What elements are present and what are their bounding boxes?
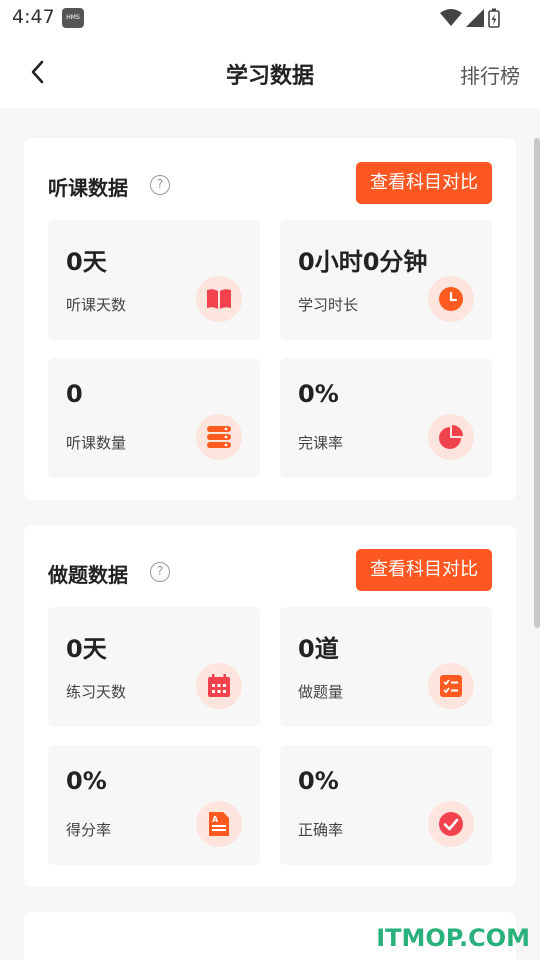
calendar-icon [208,674,230,697]
stat-listening-days: 0天 听课天数 [48,220,260,340]
stat-value: 0天 [66,248,107,276]
card-title: 做题数据 [48,563,128,587]
signal-icon [466,9,484,27]
stat-value: 0小时0分钟 [298,248,428,276]
practice-data-card: 做题数据 ? 查看科目对比 0天 练习天数 0道 做题量 0% 得分率 A 0%… [24,525,516,887]
stat-label: 学习时长 [298,296,359,314]
help-icon[interactable]: ? [150,562,170,582]
listening-data-card: 听课数据 ? 查看科目对比 0天 听课天数 0小时0分钟 学习时长 0 听课数量… [24,138,516,500]
help-icon[interactable]: ? [150,175,170,195]
document-score-icon: A [209,812,229,836]
stat-value: 0天 [66,635,107,663]
stat-practice-days: 0天 练习天数 [48,607,260,727]
stat-question-count: 0道 做题量 [280,607,492,727]
checklist-icon [440,675,462,697]
hms-badge: HMS [62,8,84,28]
stat-label: 听课天数 [66,296,127,314]
svg-text:A: A [212,815,219,824]
compare-subjects-button[interactable]: 查看科目对比 [356,549,492,591]
stat-accuracy-rate: 0% 正确率 [280,745,492,865]
nav-bar: 学习数据 排行榜 [0,36,540,108]
watermark: ITMOP.COM [376,924,530,952]
status-icons [440,8,500,28]
stat-value: 0 [66,380,83,408]
wifi-icon [440,9,462,26]
stat-score-rate: 0% 得分率 A [48,745,260,865]
compare-subjects-button[interactable]: 查看科目对比 [356,162,492,204]
list-stack-icon [207,426,231,448]
stat-value: 0% [298,380,339,408]
stat-label: 练习天数 [66,683,127,701]
stat-label: 听课数量 [66,434,127,452]
pie-chart-icon [439,425,463,449]
stat-label: 做题量 [298,683,344,701]
stat-label: 正确率 [298,821,344,839]
leaderboard-button[interactable]: 排行榜 [460,60,520,89]
battery-icon [488,8,500,28]
stat-listening-count: 0 听课数量 [48,358,260,478]
card-title: 听课数据 [48,176,128,200]
stat-label: 完课率 [298,434,344,452]
stat-value: 0% [66,767,107,795]
stat-value: 0道 [298,635,339,663]
check-circle-icon [439,812,463,836]
book-icon [207,289,231,309]
status-bar: 4:47 HMS [0,0,540,36]
scrollbar[interactable] [534,138,540,628]
page-title: 学习数据 [225,64,314,89]
stat-value: 0% [298,767,339,795]
clock-icon [439,287,463,311]
stat-completion-rate: 0% 完课率 [280,358,492,478]
status-time: 4:47 [12,6,55,28]
stat-label: 得分率 [66,821,112,839]
stat-study-time: 0小时0分钟 学习时长 [280,220,492,340]
